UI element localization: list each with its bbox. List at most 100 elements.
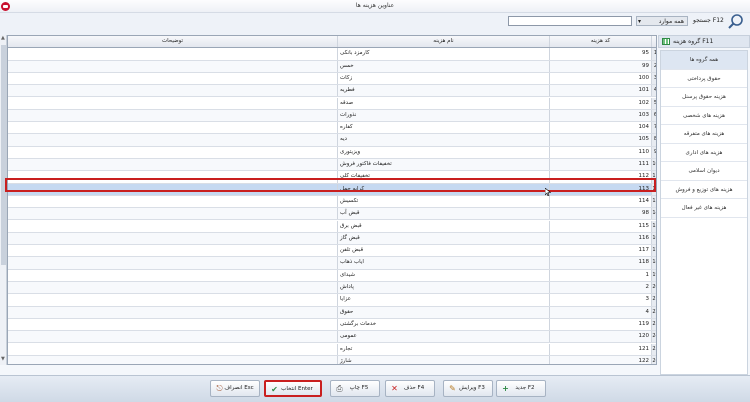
cell-name: قبض تلفن	[337, 245, 549, 257]
new-button[interactable]: + جدید F2	[496, 380, 546, 397]
group-item[interactable]: هزینه های شخصی	[661, 107, 747, 125]
cell-row-number: 8	[651, 134, 656, 146]
cell-description	[8, 61, 337, 72]
select-button[interactable]: ✔ انتخاب Enter	[264, 380, 322, 397]
cell-description	[8, 73, 337, 84]
cell-description	[8, 122, 337, 133]
cell-row-number: 24	[651, 331, 656, 343]
cell-code: 114	[549, 195, 651, 208]
cell-name: قبض آب	[337, 208, 549, 220]
table-row[interactable]: شارژ12226	[8, 355, 656, 364]
table-row[interactable]: شیدای119	[8, 269, 656, 282]
cell-row-number: 7	[651, 122, 656, 134]
table-row[interactable]: خمس 99 2	[8, 60, 656, 73]
group-item-all[interactable]: همه گروه ها	[661, 51, 747, 70]
table-row[interactable]: ایاب ذهاب11818	[8, 257, 656, 270]
checkmark-icon: ✔	[271, 385, 278, 394]
search-label: جستجو F12	[693, 17, 724, 24]
cell-name: تکسیش	[337, 195, 549, 208]
vertical-scrollbar[interactable]: ▲ ▼	[0, 35, 7, 365]
table-row[interactable]: خدمات برگشتی11923	[8, 318, 656, 332]
table-row[interactable]: صدقه 102 5	[8, 97, 656, 110]
cell-row-number: 3	[651, 72, 656, 85]
cell-row-number: 17	[651, 245, 656, 257]
cell-name: تجاره	[337, 343, 549, 355]
search-bar: ▾ همه موارد جستجو F12	[0, 13, 750, 35]
cell-description	[8, 294, 337, 305]
edit-button-label: ویرایش F3	[459, 385, 485, 391]
table-row[interactable]: تجاره12125	[8, 343, 656, 356]
cell-code: 98	[549, 208, 651, 220]
search-icon[interactable]	[727, 13, 745, 31]
table-row[interactable]: پاداش220	[8, 282, 656, 295]
group-item[interactable]: حقوق پرداختی	[661, 70, 747, 88]
group-item[interactable]: هزینه های غیر فعال	[661, 199, 747, 218]
cell-row-number: 25	[651, 343, 656, 355]
table-row[interactable]: زکات 100 3	[8, 72, 656, 86]
group-item[interactable]: هزینه حقوق پرسنل	[661, 88, 747, 107]
table-row[interactable]: نذورات 103 6	[8, 109, 656, 123]
cell-code: 102	[549, 97, 651, 109]
table-row[interactable]: تکسیش11413	[8, 195, 656, 209]
cell-row-number: 1	[651, 48, 656, 60]
cell-description	[8, 208, 337, 219]
cell-description	[8, 344, 337, 355]
cell-row-number: 26	[651, 355, 656, 364]
cell-code: 117	[549, 245, 651, 257]
print-button-label: چاپ F5	[349, 385, 369, 391]
cell-name: شیدای	[337, 269, 549, 281]
cell-code: 116	[549, 232, 651, 245]
table-row[interactable]: ویزیتوری 110 9	[8, 146, 656, 159]
group-item[interactable]: هزینه های اداری	[661, 144, 747, 162]
cell-code: 122	[549, 355, 651, 364]
cell-code: 103	[549, 109, 651, 122]
scroll-thumb[interactable]	[1, 45, 6, 265]
cancel-button-label: انصراف Esc	[224, 385, 254, 391]
table-row[interactable]: دیه 105 8	[8, 134, 656, 147]
scroll-down-icon[interactable]: ▼	[1, 357, 5, 362]
table-row[interactable]: کارمزد بانکی 95 1	[8, 48, 656, 61]
print-button[interactable]: ⎙ چاپ F5	[330, 380, 380, 397]
table-row[interactable]: تخفیفات فاکتور فروش11110	[8, 159, 656, 172]
group-item[interactable]: هزینه های متفرقه	[661, 125, 747, 144]
cancel-button[interactable]: ⎋ انصراف Esc	[210, 380, 260, 397]
expense-group-list: همه گروه ها حقوق پرداختی هزینه حقوق پرسن…	[660, 50, 748, 375]
column-header-code[interactable]: کد هزینه	[549, 36, 651, 48]
cell-name: عزایا	[337, 294, 549, 306]
cell-code: 105	[549, 134, 651, 146]
cell-description	[8, 282, 337, 293]
cell-description	[8, 48, 337, 59]
expense-group-header[interactable]: گروه هزینه F11	[658, 35, 750, 48]
table-row[interactable]: عمومی12024	[8, 331, 656, 344]
edit-button[interactable]: ✎ ویرایش F3	[443, 380, 493, 397]
column-header-name[interactable]: نام هزینه	[337, 36, 549, 48]
table-row[interactable]: فطریه 101 4	[8, 85, 656, 98]
table-row[interactable]: حقوق422	[8, 306, 656, 319]
search-field-dropdown[interactable]: ▾ همه موارد	[636, 16, 688, 26]
table-row[interactable]: قبض تلفن11717	[8, 245, 656, 258]
cell-code: 115	[549, 220, 651, 232]
scroll-up-icon[interactable]: ▲	[1, 36, 5, 41]
cell-code: 104	[549, 122, 651, 134]
cell-code: 99	[549, 60, 651, 72]
cell-name: زکات	[337, 72, 549, 85]
group-item[interactable]: هزینه های توزیع و فروش	[661, 181, 747, 199]
table-row[interactable]: عزایا321	[8, 294, 656, 307]
cell-name: خمس	[337, 60, 549, 72]
cell-row-number: 10	[651, 159, 656, 171]
cell-row-number: 4	[651, 85, 656, 97]
printer-icon: ⎙	[336, 384, 343, 393]
column-header-description[interactable]: توضیحات	[8, 36, 337, 47]
plus-icon: +	[502, 384, 509, 393]
group-item[interactable]: دیوان اسلامی	[661, 162, 747, 181]
table-row[interactable]: قبض آب9814	[8, 208, 656, 221]
cell-name: صدقه	[337, 97, 549, 109]
cell-name: کفاره	[337, 122, 549, 134]
cell-code: 110	[549, 146, 651, 158]
delete-button[interactable]: ✕ حذف F4	[385, 380, 435, 397]
table-row[interactable]: قبض برق11515	[8, 220, 656, 233]
table-row[interactable]: کفاره 104 7	[8, 122, 656, 135]
table-row[interactable]: قبض گاز11616	[8, 232, 656, 246]
cell-description	[8, 110, 337, 121]
search-input[interactable]	[508, 16, 632, 26]
